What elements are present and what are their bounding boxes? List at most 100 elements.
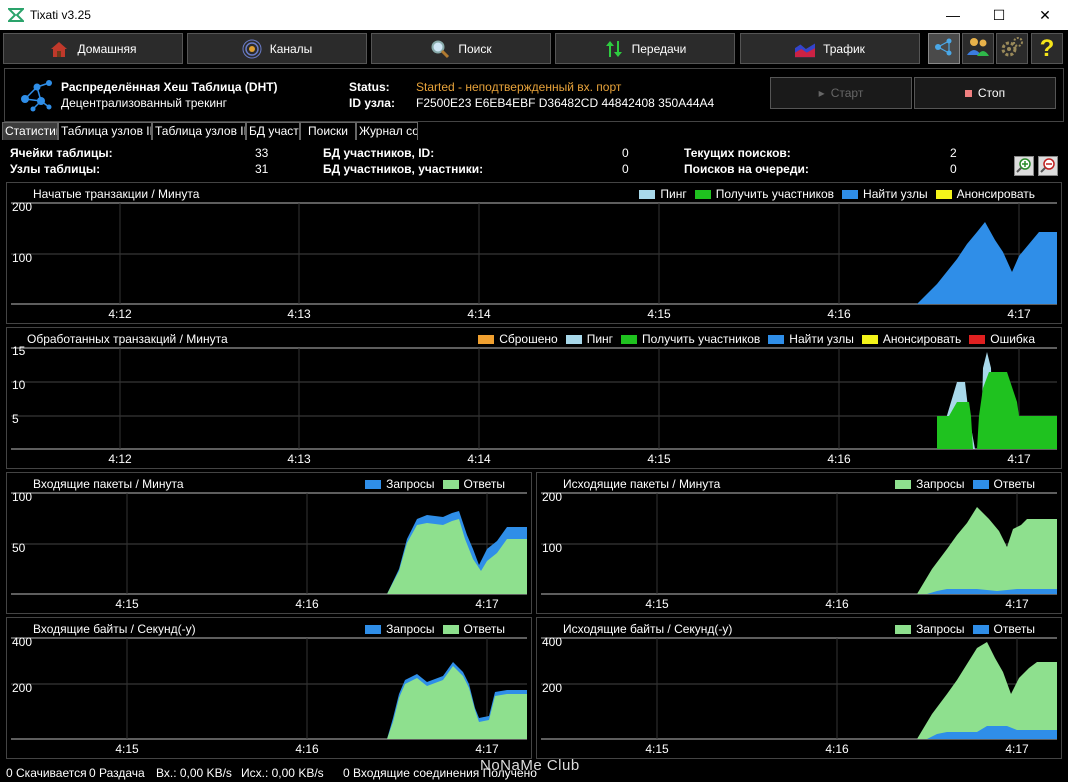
dht-subtitle: Децентрализованный трекинг: [61, 96, 228, 110]
x-tick-label: 4:14: [467, 452, 491, 466]
queued-searches-value: 0: [950, 162, 957, 176]
x-tick-label: 4:12: [108, 452, 132, 466]
series-area: [937, 402, 973, 449]
tab-event-log[interactable]: Журнал событий: [356, 122, 418, 140]
seeding-count: 0 Раздача: [89, 766, 145, 780]
downloading-count: 0 Скачивается: [6, 766, 87, 780]
x-tick-label: 4:13: [287, 452, 311, 466]
dht-stats: Ячейки таблицы: 33 Узлы таблицы: 31 БД у…: [0, 140, 1068, 182]
x-tick-label: 4:15: [115, 742, 139, 756]
transfers-button[interactable]: Передачи: [555, 33, 735, 64]
chart-plot: 400 200 4:15 4:16 4:17: [11, 635, 527, 756]
outgoing-packets-chart: Исходящие пакеты / Минута Запросы Ответы 20…: [536, 472, 1062, 614]
tab-peer-db[interactable]: БД участников: [246, 122, 300, 140]
chart-plot: 200 100 4:12 4:13 4:14 4:15 4:16 4:17: [11, 200, 1057, 321]
y-tick-label: 200: [542, 490, 562, 504]
incoming-packets-chart: Входящие пакеты / Минута Запросы Ответы 100…: [6, 472, 532, 614]
series-area: [387, 666, 527, 739]
stop-icon: [964, 89, 972, 97]
current-searches-label: Текущих поисков:: [684, 146, 791, 160]
x-tick-label: 4:17: [1005, 597, 1029, 611]
x-tick-label: 4:16: [827, 452, 851, 466]
tab-node-table-ipv6[interactable]: Таблица узлов IPv6: [152, 122, 246, 140]
chart-plot: 200 100 4:15 4:16 4:17: [541, 490, 1057, 611]
home-label: Домашняя: [77, 41, 137, 56]
maximize-button[interactable]: ☐: [976, 0, 1022, 30]
stop-button[interactable]: Стоп: [914, 77, 1056, 109]
x-tick-label: 4:17: [1007, 307, 1031, 321]
x-tick-label: 4:15: [647, 452, 671, 466]
settings-button[interactable]: [996, 33, 1028, 64]
db-peers-value: 0: [622, 162, 629, 176]
y-tick-label: 200: [542, 681, 562, 695]
tab-node-table-ipv4[interactable]: Таблица узлов IPv4: [58, 122, 152, 140]
x-tick-label: 4:16: [827, 307, 851, 321]
tab-statistics[interactable]: Статистика: [2, 122, 58, 140]
x-tick-label: 4:16: [825, 742, 849, 756]
started-transactions-chart: Начатые транзакции / Минута Пинг Получить …: [6, 182, 1062, 324]
start-label: Старт: [830, 86, 864, 100]
nodes-value: 31: [255, 162, 269, 176]
start-button[interactable]: ▸ Старт: [770, 77, 912, 109]
series-area: [917, 222, 1057, 304]
dht-network-icon: [19, 77, 55, 113]
node-id-value: F2500E23 E6EB4EBF D36482CD 44842408 350A…: [416, 96, 715, 110]
dht-button[interactable]: [928, 33, 960, 64]
outgoing-bytes-chart: Исходящие байты / Секунд(-у) Запросы Ответ…: [536, 617, 1062, 759]
x-tick-label: 4:17: [1007, 452, 1031, 466]
y-tick-label: 400: [12, 635, 32, 649]
y-tick-label: 10: [12, 378, 26, 392]
x-tick-label: 4:17: [1005, 742, 1029, 756]
minimize-button[interactable]: —: [930, 0, 976, 30]
outgoing-rate: Исх.: 0,00 KB/s: [241, 766, 324, 780]
traffic-button[interactable]: Трафик: [740, 33, 920, 64]
chart-plot: 400 200 4:15 4:16 4:17: [541, 635, 1057, 756]
cells-value: 33: [255, 146, 269, 160]
cells-label: Ячейки таблицы:: [10, 146, 113, 160]
x-tick-label: 4:16: [295, 597, 319, 611]
x-tick-label: 4:15: [645, 597, 669, 611]
x-tick-label: 4:15: [115, 597, 139, 611]
x-tick-label: 4:17: [475, 597, 499, 611]
x-tick-label: 4:15: [645, 742, 669, 756]
play-icon: ▸: [818, 86, 825, 100]
help-button[interactable]: ?: [1031, 33, 1063, 64]
x-tick-label: 4:16: [295, 742, 319, 756]
queued-searches-label: Поисков на очереди:: [684, 162, 809, 176]
db-id-label: БД участников, ID:: [323, 146, 435, 160]
channels-label: Каналы: [269, 41, 313, 56]
main-toolbar: Домашняя Каналы Поиск Передачи Трафик ?: [0, 30, 1068, 68]
current-searches-value: 2: [950, 146, 957, 160]
window-title: Tixati v3.25: [30, 8, 91, 22]
magnifier-icon: [430, 39, 450, 59]
dht-title: Распределённая Хеш Таблица (DHT): [61, 80, 278, 94]
users-button[interactable]: [962, 33, 994, 64]
home-button[interactable]: Домашняя: [3, 33, 183, 64]
zoom-in-button[interactable]: [1014, 156, 1034, 176]
y-tick-label: 200: [12, 200, 32, 214]
channels-button[interactable]: Каналы: [187, 33, 367, 64]
y-tick-label: 100: [12, 251, 32, 265]
zoom-in-icon: [1016, 157, 1032, 176]
stop-label: Стоп: [977, 86, 1006, 100]
search-button[interactable]: Поиск: [371, 33, 551, 64]
traffic-label: Трафик: [823, 41, 865, 56]
incoming-rate: Вх.: 0,00 KB/s: [156, 766, 232, 780]
y-tick-label: 400: [542, 635, 562, 649]
home-icon: [49, 39, 69, 59]
y-tick-label: 5: [12, 412, 19, 426]
tixati-logo-icon: [6, 7, 26, 23]
gears-icon: [1000, 36, 1024, 61]
transfer-arrows-icon: [604, 39, 624, 59]
close-button[interactable]: ✕: [1022, 0, 1068, 30]
x-tick-label: 4:15: [647, 307, 671, 321]
x-tick-label: 4:13: [287, 307, 311, 321]
x-tick-label: 4:16: [825, 597, 849, 611]
tab-searches[interactable]: Поиски: [300, 122, 356, 140]
zoom-out-button[interactable]: [1038, 156, 1058, 176]
series-area: [917, 642, 1057, 739]
x-tick-label: 4:12: [108, 307, 132, 321]
users-icon: [966, 36, 990, 61]
db-peers-label: БД участников, участники:: [323, 162, 484, 176]
zoom-out-icon: [1040, 157, 1056, 176]
